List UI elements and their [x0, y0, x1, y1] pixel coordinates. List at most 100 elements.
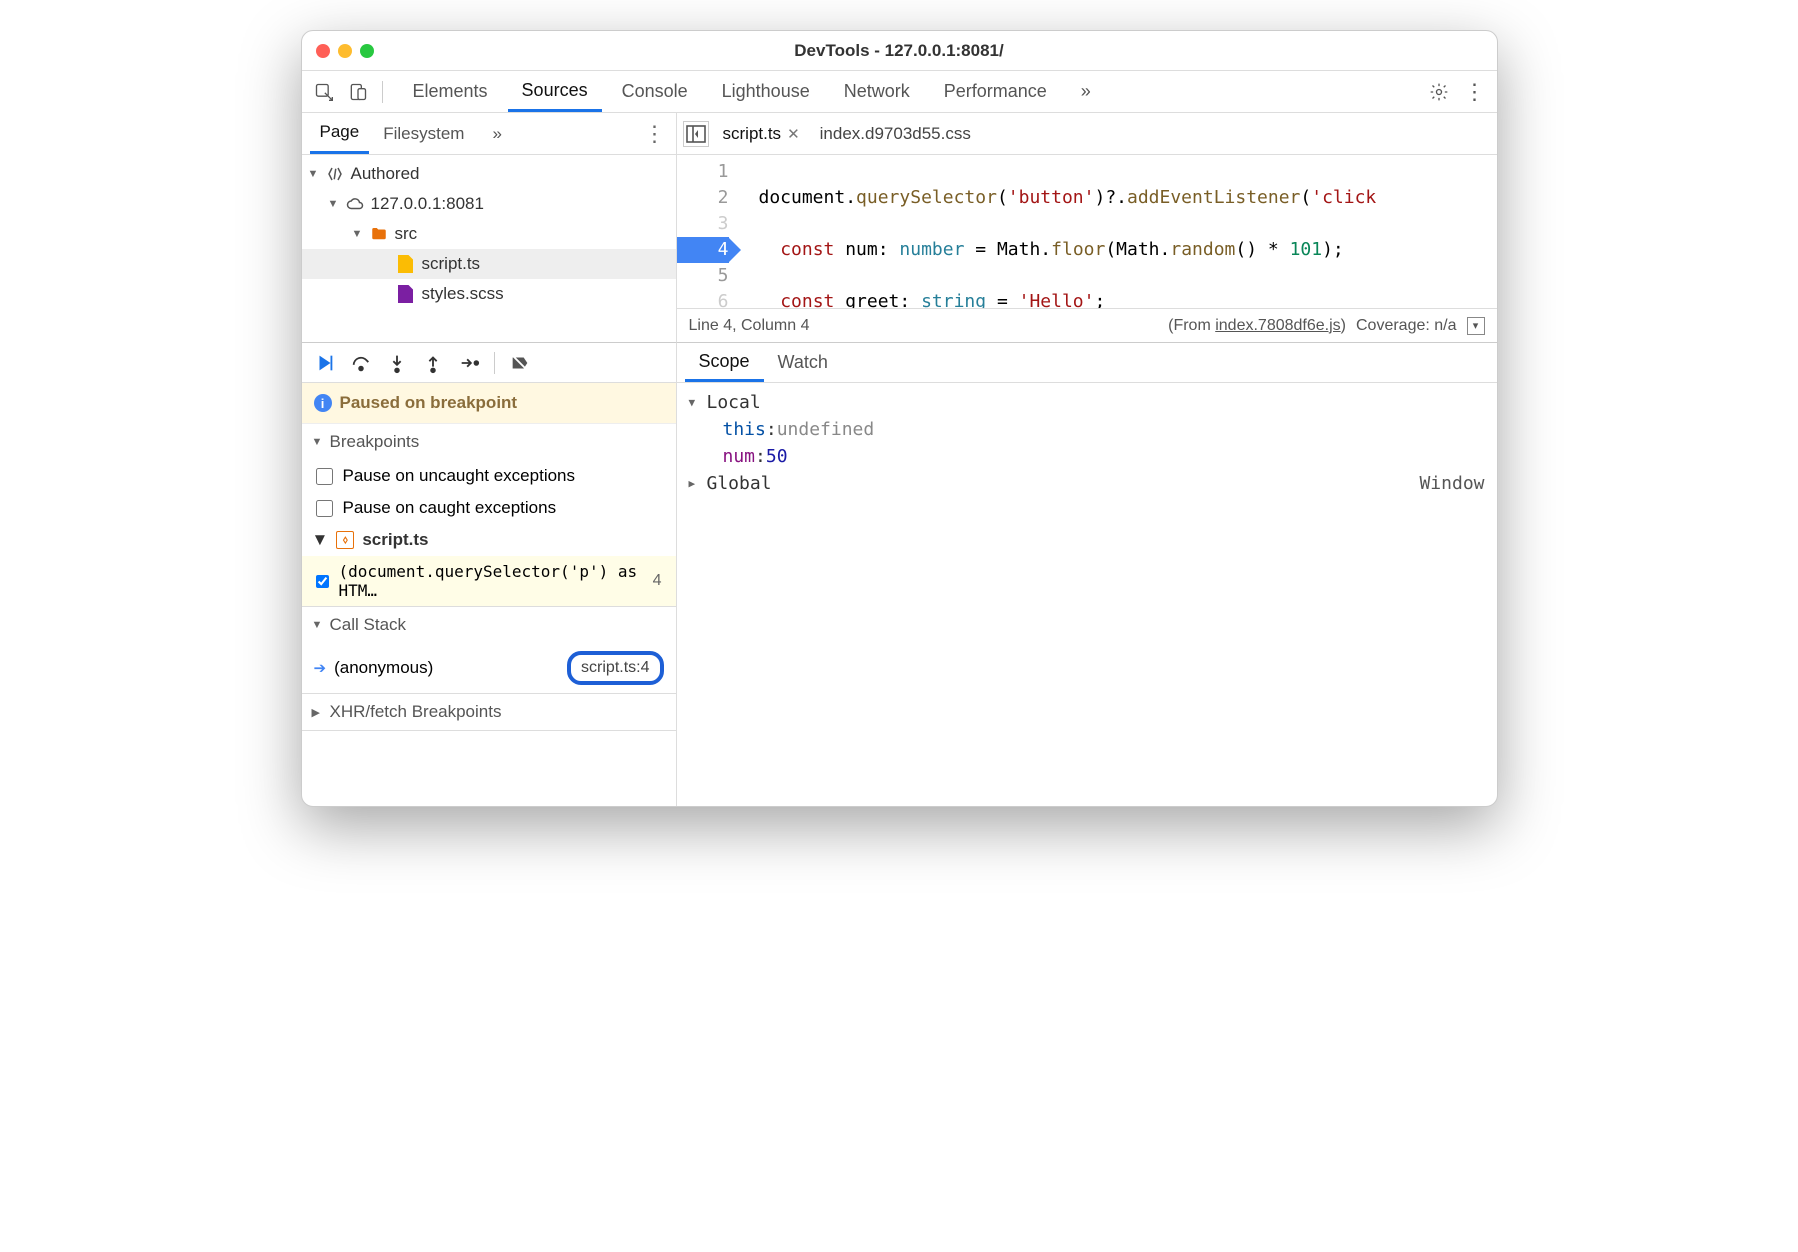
pause-reason: Paused on breakpoint [340, 393, 518, 413]
chevron-right-icon: ▶ [312, 706, 326, 719]
section-breakpoints: ▼ Breakpoints Pause on uncaught exceptio… [302, 424, 676, 607]
code-content[interactable]: document.querySelector('button')?.addEve… [739, 155, 1497, 308]
nav-more-button[interactable]: » [482, 113, 511, 154]
settings-icon[interactable] [1425, 78, 1453, 106]
scope-body: ▼ Local this: undefined num: 50 ▶ Global… [677, 383, 1497, 503]
close-tab-icon[interactable]: ✕ [787, 125, 800, 143]
tab-sources[interactable]: Sources [508, 71, 602, 112]
checkbox[interactable] [316, 500, 333, 517]
file-tree: ▼ Authored ▼ 127.0.0.1:8081 ▼ src script… [302, 155, 676, 342]
tree-file-script[interactable]: script.ts [302, 249, 676, 279]
separator [382, 81, 383, 103]
nav-tab-page[interactable]: Page [310, 113, 370, 154]
tree-label: src [395, 224, 418, 244]
gutter[interactable]: 1 2 3 4 5 6 [677, 155, 739, 308]
editor-tab-script[interactable]: script.ts ✕ [717, 113, 806, 154]
separator [494, 352, 495, 374]
tree-authored[interactable]: ▼ Authored [302, 159, 676, 189]
step-button[interactable] [454, 348, 484, 378]
tree-label: 127.0.0.1:8081 [371, 194, 484, 214]
code-editor[interactable]: 1 2 3 4 5 6 document.querySelector('butt… [677, 155, 1497, 308]
tab-elements[interactable]: Elements [399, 71, 502, 112]
body: Page Filesystem » ⋮ ▼ Authored ▼ 127.0.0… [302, 113, 1497, 806]
section-call-stack: ▼ Call Stack ➔ (anonymous) script.ts:4 [302, 607, 676, 694]
editor-tabs: script.ts ✕ index.d9703d55.css [677, 113, 1497, 155]
tree-host[interactable]: ▼ 127.0.0.1:8081 [302, 189, 676, 219]
debugger-toolbar [302, 343, 676, 383]
checkbox[interactable] [316, 575, 329, 588]
section-header-breakpoints[interactable]: ▼ Breakpoints [302, 424, 676, 460]
cloud-icon [345, 194, 365, 214]
tab-console[interactable]: Console [608, 71, 702, 112]
more-tabs-button[interactable]: » [1067, 71, 1105, 112]
bp-option-caught[interactable]: Pause on caught exceptions [302, 492, 676, 524]
window-title: DevTools - 127.0.0.1:8081/ [302, 41, 1497, 61]
kebab-menu-icon[interactable]: ⋮ [1461, 78, 1489, 106]
editor-tab-label: script.ts [723, 124, 782, 144]
authored-file-icon: ⬨ [336, 531, 354, 549]
breakpoint-row[interactable]: (document.querySelector('p') as HTM… 4 [302, 556, 676, 606]
chevron-down-icon: ▼ [308, 168, 322, 180]
titlebar: DevTools - 127.0.0.1:8081/ [302, 31, 1497, 71]
editor-tab-css[interactable]: index.d9703d55.css [814, 113, 977, 154]
resume-button[interactable] [310, 348, 340, 378]
tab-network[interactable]: Network [830, 71, 924, 112]
tree-file-styles[interactable]: styles.scss [302, 279, 676, 309]
scope-tabs: Scope Watch [677, 343, 1497, 383]
minimize-window-button[interactable] [338, 44, 352, 58]
frame-name: (anonymous) [334, 658, 433, 678]
chevron-down-icon: ▼ [689, 396, 703, 409]
deactivate-breakpoints-button[interactable] [505, 348, 535, 378]
window-controls [316, 44, 374, 58]
tree-label: script.ts [422, 254, 481, 274]
scope-pane: Scope Watch ▼ Local this: undefined num:… [677, 343, 1497, 806]
tab-lighthouse[interactable]: Lighthouse [708, 71, 824, 112]
nav-tab-filesystem[interactable]: Filesystem [373, 113, 474, 154]
frame-location[interactable]: script.ts:4 [567, 651, 663, 685]
section-xhr: ▶ XHR/fetch Breakpoints [302, 694, 676, 731]
source-map-link[interactable]: index.7808df6e.js [1215, 317, 1340, 334]
code-brackets-icon [325, 164, 345, 184]
section-header-call-stack[interactable]: ▼ Call Stack [302, 607, 676, 643]
panel-tabs: Elements Sources Console Lighthouse Netw… [399, 71, 1419, 112]
show-coverage-icon[interactable]: ▾ [1467, 317, 1485, 335]
scope-global[interactable]: ▶ Global Window [683, 470, 1491, 497]
toggle-navigator-icon[interactable] [683, 121, 709, 147]
editor-tab-label: index.d9703d55.css [820, 124, 971, 144]
checkbox[interactable] [316, 468, 333, 485]
coverage-label: Coverage: n/a [1356, 317, 1457, 335]
scope-local[interactable]: ▼ Local [683, 389, 1491, 416]
zoom-window-button[interactable] [360, 44, 374, 58]
cursor-position: Line 4, Column 4 [689, 317, 810, 335]
section-header-xhr[interactable]: ▶ XHR/fetch Breakpoints [302, 694, 676, 730]
debugger-pane: i Paused on breakpoint ▼ Breakpoints Pau… [302, 343, 677, 806]
editor-statusbar: Line 4, Column 4 (From index.7808df6e.js… [677, 308, 1497, 342]
step-into-button[interactable] [382, 348, 412, 378]
tree-folder-src[interactable]: ▼ src [302, 219, 676, 249]
step-over-button[interactable] [346, 348, 376, 378]
chevron-down-icon: ▼ [328, 198, 342, 210]
scope-this[interactable]: this: undefined [683, 416, 1491, 443]
stack-frame[interactable]: ➔ (anonymous) script.ts:4 [302, 643, 676, 693]
nav-menu-icon[interactable]: ⋮ [642, 121, 668, 147]
tree-label: styles.scss [422, 284, 504, 304]
step-out-button[interactable] [418, 348, 448, 378]
file-icon [396, 254, 416, 274]
close-window-button[interactable] [316, 44, 330, 58]
tab-watch[interactable]: Watch [764, 343, 842, 382]
bp-option-uncaught[interactable]: Pause on uncaught exceptions [302, 460, 676, 492]
chevron-down-icon: ▼ [352, 228, 366, 240]
scope-var-num[interactable]: num: 50 [683, 443, 1491, 470]
chevron-down-icon: ▼ [312, 619, 326, 631]
tab-performance[interactable]: Performance [930, 71, 1061, 112]
bp-file-group[interactable]: ▼ ⬨ script.ts [302, 524, 676, 556]
tab-scope[interactable]: Scope [685, 343, 764, 382]
bp-line: 4 [653, 572, 662, 590]
chevron-down-icon: ▼ [312, 530, 329, 550]
toolbar-right: ⋮ [1425, 78, 1489, 106]
device-toolbar-icon[interactable] [344, 78, 372, 106]
editor-pane: script.ts ✕ index.d9703d55.css 1 2 3 4 5… [677, 113, 1497, 343]
info-icon: i [314, 394, 332, 412]
source-map-info: (From index.7808df6e.js) [1168, 317, 1346, 335]
inspect-element-icon[interactable] [310, 78, 338, 106]
